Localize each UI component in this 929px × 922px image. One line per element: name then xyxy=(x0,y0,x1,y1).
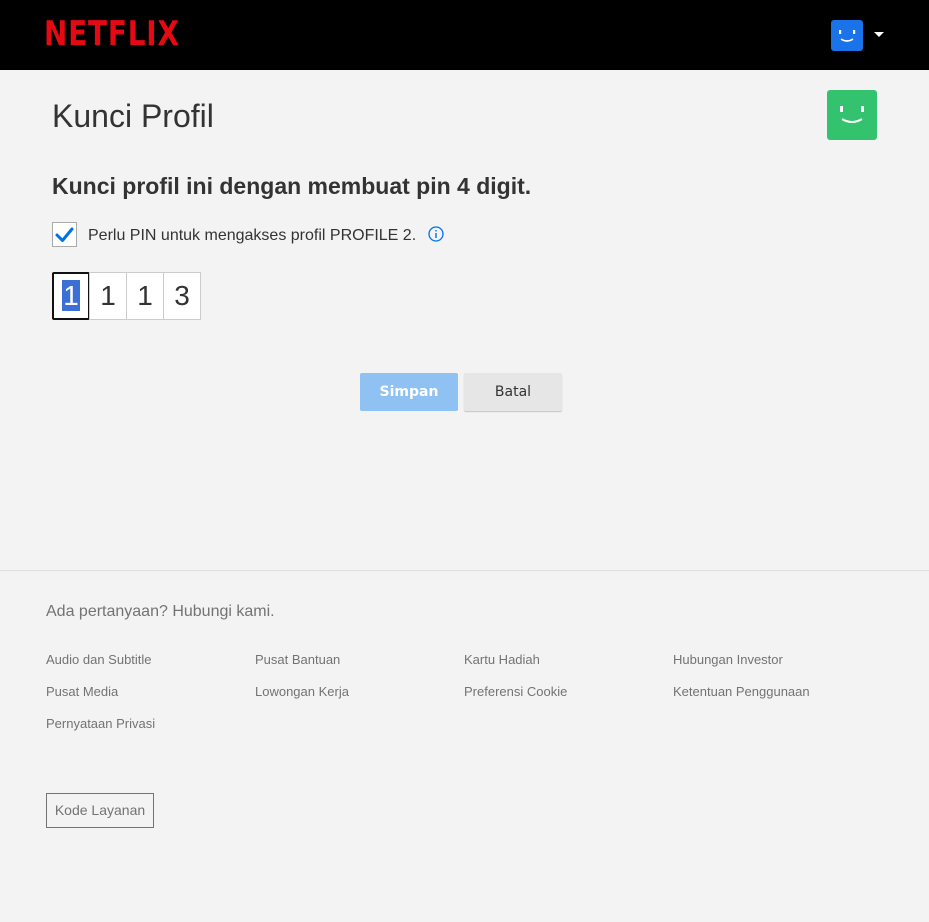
pin-input-group: 1 1 1 3 xyxy=(52,272,201,320)
pin-digit-input-4[interactable]: 3 xyxy=(163,272,201,320)
account-dropdown-caret-icon[interactable] xyxy=(874,32,884,37)
top-bar: NETFLIX xyxy=(0,0,929,70)
checkmark-icon xyxy=(55,227,74,242)
footer-contact-link[interactable]: Ada pertanyaan? Hubungi kami. xyxy=(46,602,275,622)
footer-link-cookie-preferences[interactable]: Preferensi Cookie xyxy=(464,684,567,700)
pin-digit-input-2[interactable]: 1 xyxy=(89,272,127,320)
account-avatar-icon[interactable] xyxy=(831,20,863,51)
pin-digit-input-3[interactable]: 1 xyxy=(126,272,164,320)
footer-link-jobs[interactable]: Lowongan Kerja xyxy=(255,684,349,700)
require-pin-label: Perlu PIN untuk mengakses profil PROFILE… xyxy=(88,227,417,244)
pin-instruction-heading: Kunci profil ini dengan membuat pin 4 di… xyxy=(52,173,532,199)
footer-link-gift-cards[interactable]: Kartu Hadiah xyxy=(464,652,540,668)
footer-divider xyxy=(0,570,929,571)
footer-link-privacy[interactable]: Pernyataan Privasi xyxy=(46,716,155,732)
page-title: Kunci Profil xyxy=(52,98,214,134)
footer-link-media-center[interactable]: Pusat Media xyxy=(46,684,118,700)
info-icon[interactable] xyxy=(428,226,444,242)
pin-digit-input-1[interactable]: 1 xyxy=(52,272,90,320)
cancel-button[interactable]: Batal xyxy=(464,373,562,411)
footer-link-audio-subtitle[interactable]: Audio dan Subtitle xyxy=(46,652,152,668)
netflix-logo[interactable]: NETFLIX xyxy=(44,14,180,54)
footer-link-help-center[interactable]: Pusat Bantuan xyxy=(255,652,340,668)
profile-avatar-icon xyxy=(827,90,877,140)
require-pin-checkbox[interactable] xyxy=(52,222,77,247)
save-button[interactable]: Simpan xyxy=(360,373,458,411)
footer-link-terms-of-use[interactable]: Ketentuan Penggunaan xyxy=(673,684,810,700)
footer-link-investor-relations[interactable]: Hubungan Investor xyxy=(673,652,783,668)
service-code-button[interactable]: Kode Layanan xyxy=(46,793,154,828)
